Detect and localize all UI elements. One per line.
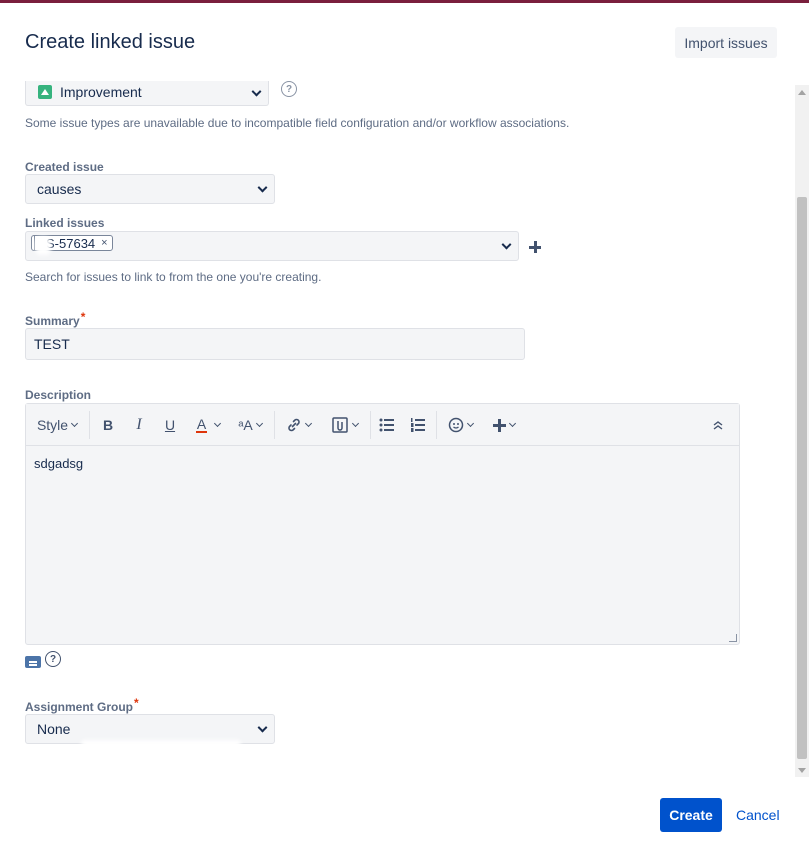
link-button[interactable] [282, 413, 314, 437]
linked-issues-picker[interactable]: S-57634 × [25, 231, 519, 261]
emoji-button[interactable] [444, 413, 476, 437]
insert-more-button[interactable] [489, 413, 519, 437]
chevron-down-icon [255, 419, 263, 428]
numbered-list-button[interactable] [408, 413, 428, 437]
improvement-icon [38, 85, 52, 99]
style-dropdown[interactable]: Style [36, 413, 79, 437]
emoji-icon [448, 417, 463, 433]
chevron-down-icon [257, 182, 268, 193]
chevron-down-icon [257, 722, 268, 733]
content-scrollbar[interactable] [795, 85, 809, 777]
chevron-down-icon [351, 419, 359, 428]
assignment-group-label: Assignment Group* [25, 696, 139, 714]
summary-value: TEST [34, 336, 70, 352]
plus-icon [493, 418, 506, 432]
link-icon [287, 418, 300, 432]
summary-label: Summary* [25, 310, 85, 328]
chevron-down-icon [508, 419, 517, 428]
summary-input[interactable]: TEST [25, 328, 525, 360]
resize-handle[interactable] [729, 634, 737, 642]
redaction-blur [35, 237, 51, 255]
created-issue-value: causes [37, 181, 82, 197]
chevron-down-icon [304, 419, 312, 428]
bullet-list-icon [379, 418, 394, 432]
bullet-list-button[interactable] [377, 413, 397, 437]
description-text[interactable]: sdgadsg [34, 456, 83, 471]
numbered-list-icon [411, 418, 425, 432]
scroll-down-arrow[interactable] [795, 763, 809, 777]
assignment-group-value: None [37, 721, 71, 737]
linked-issues-hint: Search for issues to link to from the on… [25, 270, 322, 284]
bold-button[interactable]: B [98, 413, 118, 437]
dialog-title: Create linked issue [25, 31, 196, 53]
cancel-link[interactable]: Cancel [736, 807, 780, 823]
style-label: Style [36, 417, 69, 433]
toolbar-separator [436, 411, 437, 439]
summary-label-text: Summary [25, 314, 80, 328]
text-color-button[interactable]: A [190, 413, 226, 437]
attachment-button[interactable] [326, 413, 362, 437]
redaction-blur [81, 740, 241, 748]
import-issues-button[interactable]: Import issues [675, 27, 777, 58]
issue-type-hint: Some issue types are unavailable due to … [25, 116, 570, 130]
chevron-down-icon [501, 239, 512, 250]
toolbar-separator [370, 411, 371, 439]
toolbar-separator [274, 411, 275, 439]
chevron-down-icon [214, 419, 222, 428]
help-icon[interactable]: ? [45, 651, 61, 667]
scroll-up-arrow[interactable] [795, 85, 809, 99]
underline-button[interactable]: U [160, 413, 180, 437]
toolbar-separator [89, 411, 90, 439]
attachment-icon [331, 417, 348, 433]
dialog-form: Improvement ? Some issue types are unava… [0, 81, 795, 773]
editor-toolbar: Style B I U A ᵃA [26, 404, 739, 446]
linked-issues-label: Linked issues [25, 216, 105, 230]
chevron-down-icon [71, 419, 79, 428]
assignment-group-label-text: Assignment Group [25, 700, 134, 714]
description-label: Description [25, 388, 92, 402]
chevron-down-icon [251, 86, 262, 97]
text-color-icon: A [195, 416, 208, 433]
dialog-header: Create linked issue Import issues [0, 3, 809, 81]
created-issue-select[interactable]: causes [25, 174, 275, 204]
add-link-icon[interactable] [528, 240, 542, 254]
issue-type-value: Improvement [60, 84, 142, 100]
double-chevron-up-icon [713, 421, 723, 430]
wiki-markup-icon[interactable] [25, 656, 41, 668]
required-marker: * [134, 696, 139, 710]
create-button[interactable]: Create [660, 798, 722, 832]
required-marker: * [80, 310, 86, 324]
scrollbar-thumb[interactable] [797, 197, 807, 759]
collapse-toolbar-button[interactable] [708, 413, 728, 437]
chevron-down-icon [466, 419, 474, 428]
create-linked-issue-dialog: Create linked issue Import issues Improv… [0, 3, 809, 858]
linked-issue-key: S-57634 [46, 235, 96, 251]
remove-tag-icon[interactable]: × [101, 237, 107, 249]
text-size-button[interactable]: ᵃA [234, 413, 266, 437]
issue-type-select[interactable]: Improvement [25, 81, 269, 106]
created-issue-label: Created issue [25, 160, 104, 174]
help-icon[interactable]: ? [281, 81, 297, 97]
assignment-group-select[interactable]: None [25, 714, 275, 748]
text-size-icon: ᵃA [238, 417, 253, 433]
description-editor: Style B I U A ᵃA sdgadsg [25, 403, 740, 645]
italic-button[interactable]: I [129, 413, 149, 437]
